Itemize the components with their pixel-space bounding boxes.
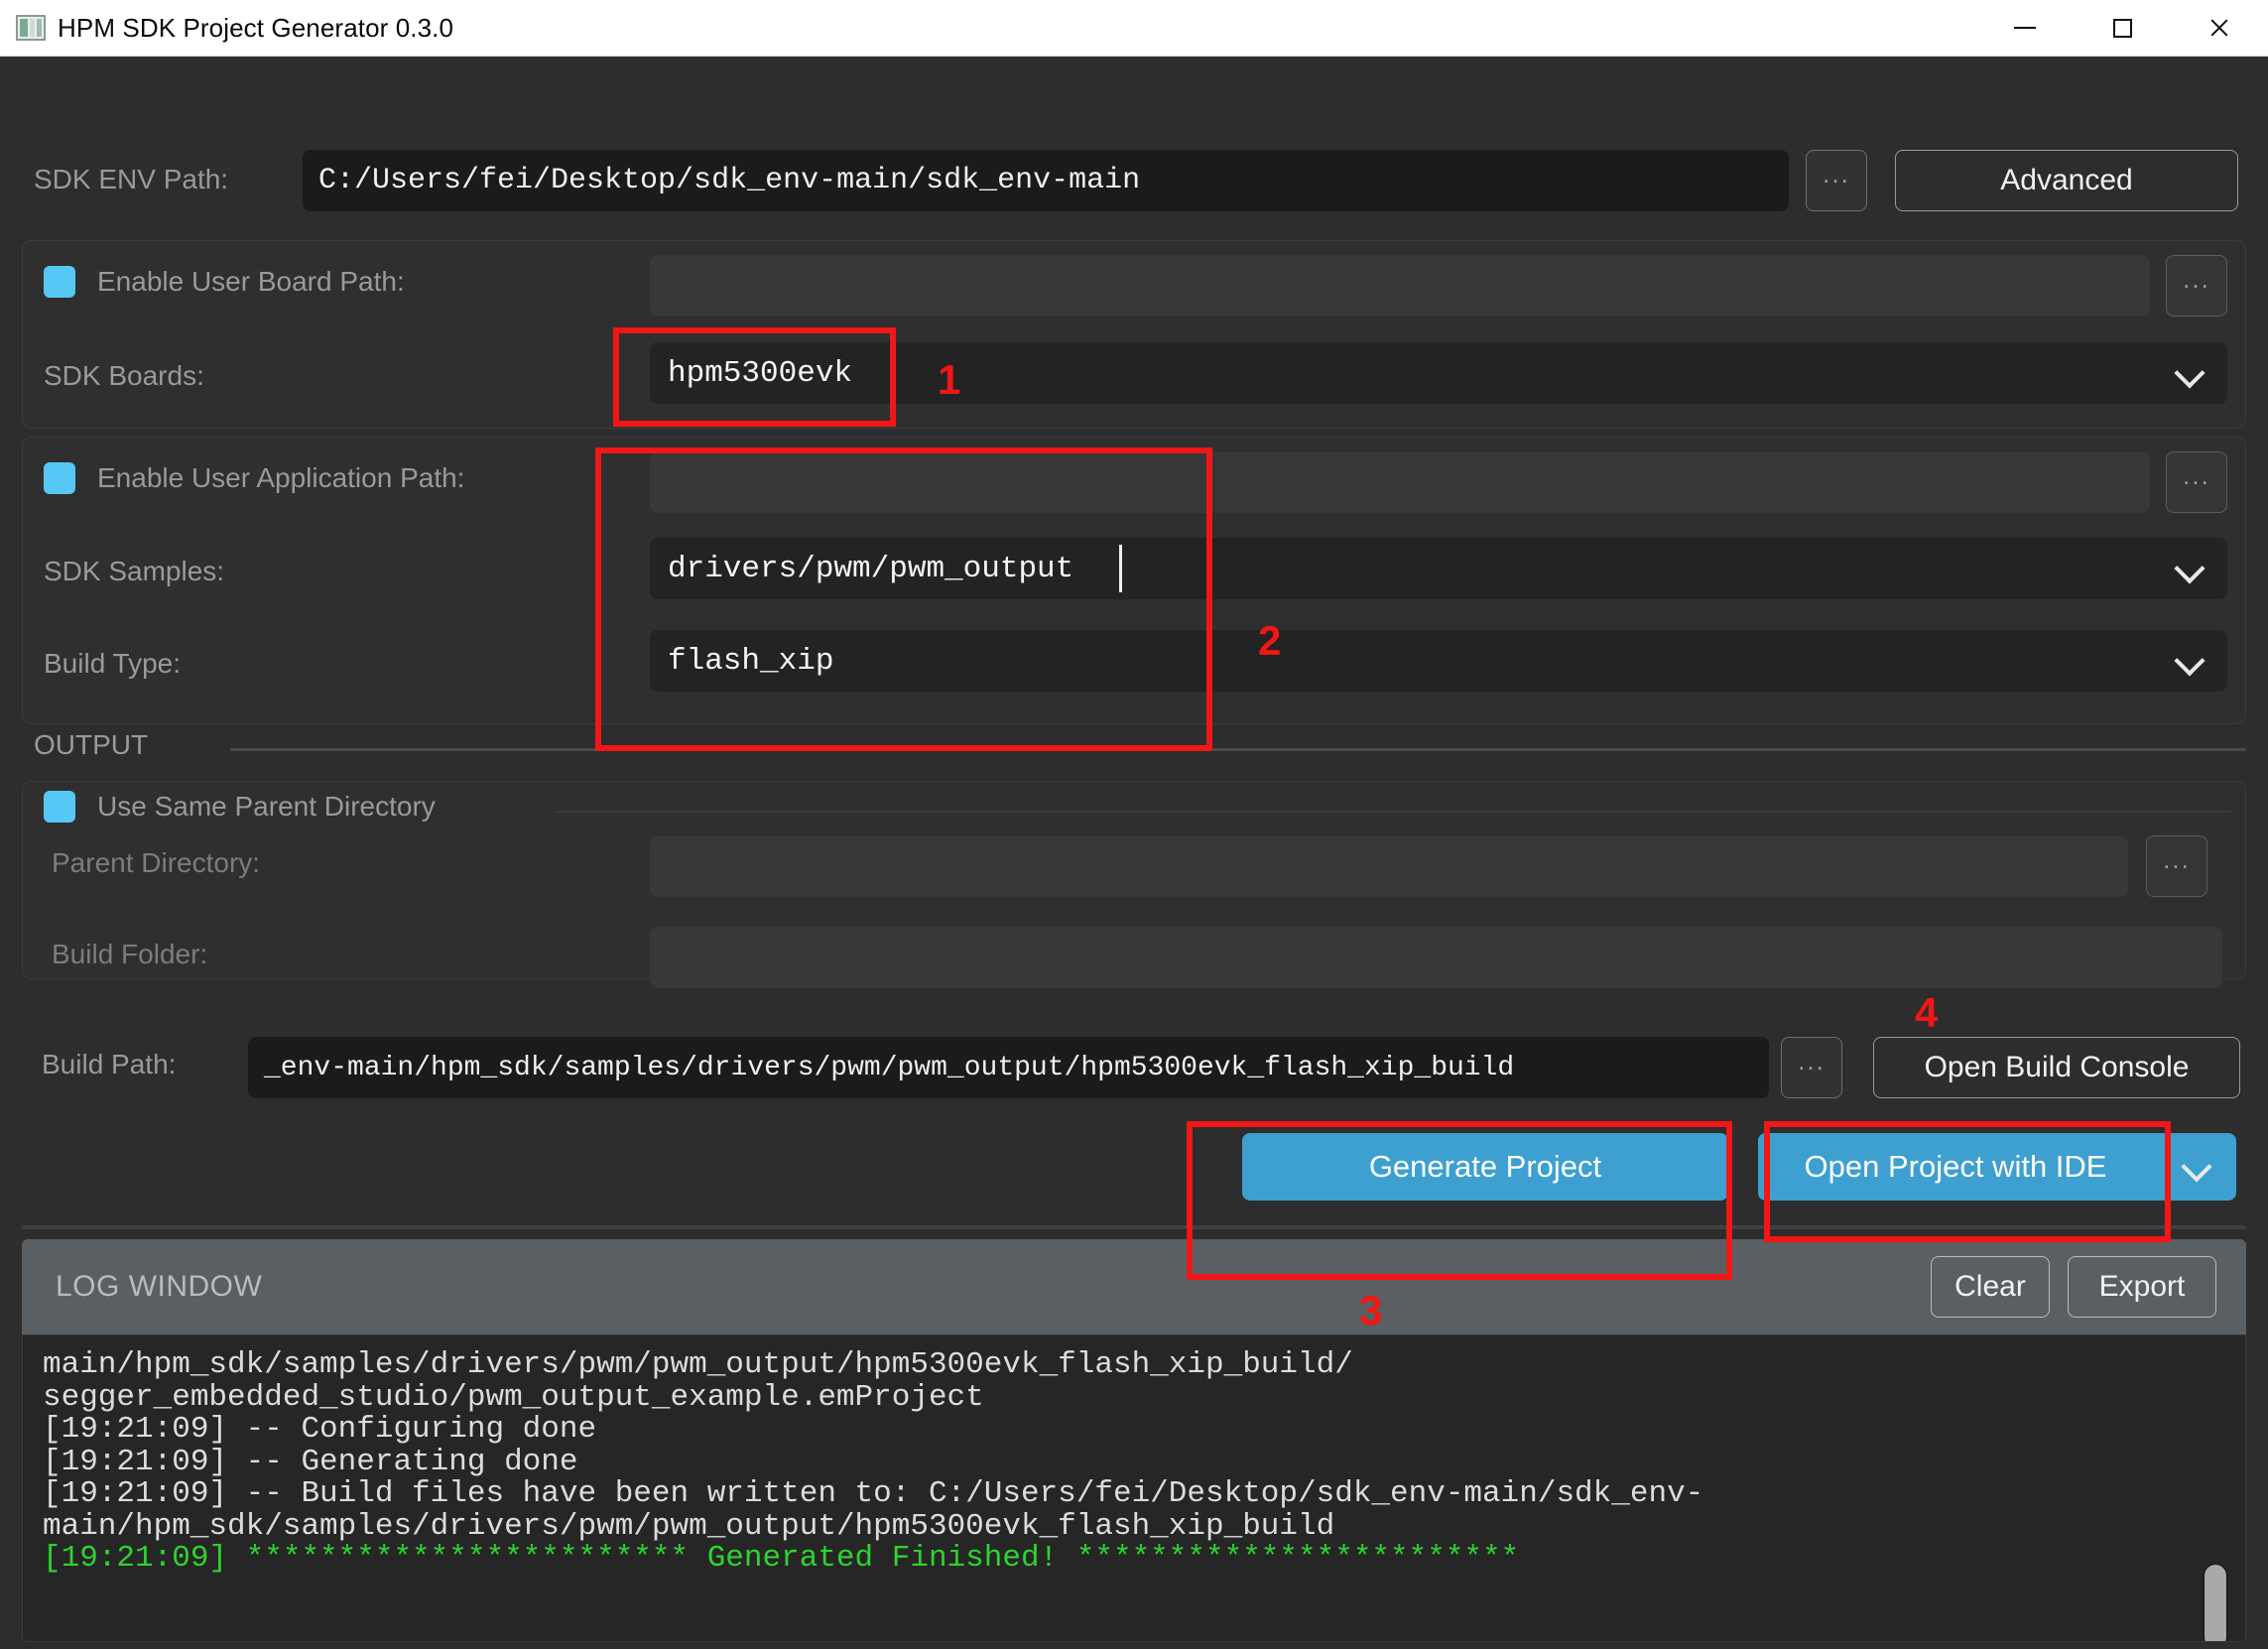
- chevron-down-icon: [2176, 556, 2202, 581]
- use-same-parent-directory-row[interactable]: Use Same Parent Directory: [44, 791, 436, 823]
- output-section-label: OUTPUT: [34, 729, 149, 760]
- app-icon: [16, 15, 46, 41]
- close-button[interactable]: [2171, 0, 2268, 56]
- log-line: [19:21:09] -- Configuring done: [43, 1412, 597, 1448]
- log-window-header: LOG WINDOW Clear Export: [22, 1239, 2246, 1334]
- log-window-body[interactable]: main/hpm_sdk/samples/drivers/pwm/pwm_out…: [22, 1334, 2246, 1642]
- open-project-with-ide-button[interactable]: Open Project with IDE: [1758, 1133, 2153, 1201]
- sdk-samples-label: SDK Samples:: [44, 556, 225, 586]
- maximize-button[interactable]: [2074, 0, 2171, 56]
- open-project-with-ide-group: Open Project with IDE: [1758, 1133, 2236, 1201]
- log-line: [19:21:09] -- Generating done: [43, 1444, 578, 1479]
- use-same-parent-directory-checkbox[interactable]: [44, 791, 75, 823]
- output-section-divider: [230, 748, 2246, 751]
- parent-directory-browse-button[interactable]: ...: [2146, 835, 2207, 897]
- minimize-button[interactable]: [1976, 0, 2074, 56]
- maximize-icon: [2112, 18, 2132, 38]
- log-clear-button[interactable]: Clear: [1931, 1256, 2050, 1318]
- window-title: HPM SDK Project Generator 0.3.0: [58, 12, 454, 43]
- enable-user-board-path-row[interactable]: Enable User Board Path:: [44, 266, 405, 298]
- sdk-boards-value: hpm5300evk: [668, 355, 853, 391]
- generate-project-button[interactable]: Generate Project: [1242, 1133, 1728, 1201]
- app-body: SDK ENV Path: C:/Users/fei/Desktop/sdk_e…: [0, 57, 2268, 1649]
- enable-user-board-path-checkbox[interactable]: [44, 266, 75, 298]
- chevron-down-icon: [2176, 360, 2202, 386]
- log-lines: main/hpm_sdk/samples/drivers/pwm/pwm_out…: [23, 1335, 2245, 1576]
- annotation-number-1: 1: [938, 356, 961, 403]
- log-window-title: LOG WINDOW: [56, 1270, 263, 1303]
- log-export-button[interactable]: Export: [2068, 1256, 2216, 1318]
- sdk-samples-combobox[interactable]: drivers/pwm/pwm_output: [650, 538, 2227, 599]
- annotation-number-2: 2: [1258, 617, 1282, 664]
- log-line: [19:21:09] -- Build files have been writ…: [43, 1476, 1704, 1512]
- log-scrollbar-thumb[interactable]: [2204, 1564, 2227, 1641]
- build-type-label: Build Type:: [44, 648, 182, 679]
- log-line: [19:21:09] ************************ Gene…: [43, 1541, 1520, 1577]
- enable-user-application-path-checkbox[interactable]: [44, 462, 75, 494]
- close-icon: [2208, 17, 2230, 39]
- build-type-combobox[interactable]: flash_xip: [650, 630, 2227, 692]
- open-project-with-ide-dropdown-button[interactable]: [2153, 1133, 2236, 1201]
- enable-user-board-path-label: Enable User Board Path:: [97, 266, 405, 297]
- use-same-parent-directory-label: Use Same Parent Directory: [97, 791, 436, 822]
- build-folder-label: Build Folder:: [52, 939, 208, 969]
- build-folder-input[interactable]: [650, 927, 2222, 988]
- use-same-parent-divider: [556, 811, 2232, 813]
- annotation-number-4: 4: [1915, 989, 1939, 1036]
- sdk-boards-label: SDK Boards:: [44, 360, 204, 391]
- chevron-down-icon: [2183, 1154, 2208, 1180]
- minimize-icon: [2014, 27, 2036, 29]
- advanced-button[interactable]: Advanced: [1895, 150, 2238, 211]
- parent-directory-input[interactable]: [650, 835, 2128, 897]
- sdk-samples-text-caret: [1119, 545, 1122, 592]
- log-line: main/hpm_sdk/samples/drivers/pwm/pwm_out…: [43, 1347, 1353, 1382]
- log-line: main/hpm_sdk/samples/drivers/pwm/pwm_out…: [43, 1508, 1335, 1544]
- sdk-env-path-label: SDK ENV Path:: [34, 164, 229, 194]
- sdk-env-path-input[interactable]: C:/Users/fei/Desktop/sdk_env-main/sdk_en…: [303, 150, 1789, 211]
- enable-user-application-path-label: Enable User Application Path:: [97, 462, 465, 493]
- open-build-console-button[interactable]: Open Build Console: [1873, 1037, 2240, 1098]
- user-board-path-browse-button[interactable]: ...: [2166, 255, 2227, 317]
- annotation-number-3: 3: [1359, 1287, 1383, 1333]
- build-path-input[interactable]: _env-main/hpm_sdk/samples/drivers/pwm/pw…: [248, 1037, 1769, 1098]
- user-application-path-input[interactable]: [650, 451, 2150, 513]
- enable-user-application-path-row[interactable]: Enable User Application Path:: [44, 462, 464, 494]
- window-controls: [1976, 0, 2268, 56]
- log-section-divider: [22, 1225, 2246, 1229]
- build-path-browse-button[interactable]: ...: [1781, 1037, 1842, 1098]
- user-board-path-input[interactable]: [650, 255, 2150, 317]
- sdk-samples-value: drivers/pwm/pwm_output: [668, 551, 1074, 586]
- chevron-down-icon: [2176, 648, 2202, 674]
- window-titlebar: HPM SDK Project Generator 0.3.0: [0, 0, 2268, 57]
- sdk-env-path-browse-button[interactable]: ...: [1806, 150, 1867, 211]
- build-path-label: Build Path:: [42, 1049, 177, 1079]
- sdk-boards-combobox[interactable]: hpm5300evk: [650, 342, 2227, 404]
- build-type-value: flash_xip: [668, 643, 834, 679]
- user-application-path-browse-button[interactable]: ...: [2166, 451, 2227, 513]
- parent-directory-label: Parent Directory:: [52, 847, 261, 878]
- log-line: segger_embedded_studio/pwm_output_exampl…: [43, 1379, 984, 1415]
